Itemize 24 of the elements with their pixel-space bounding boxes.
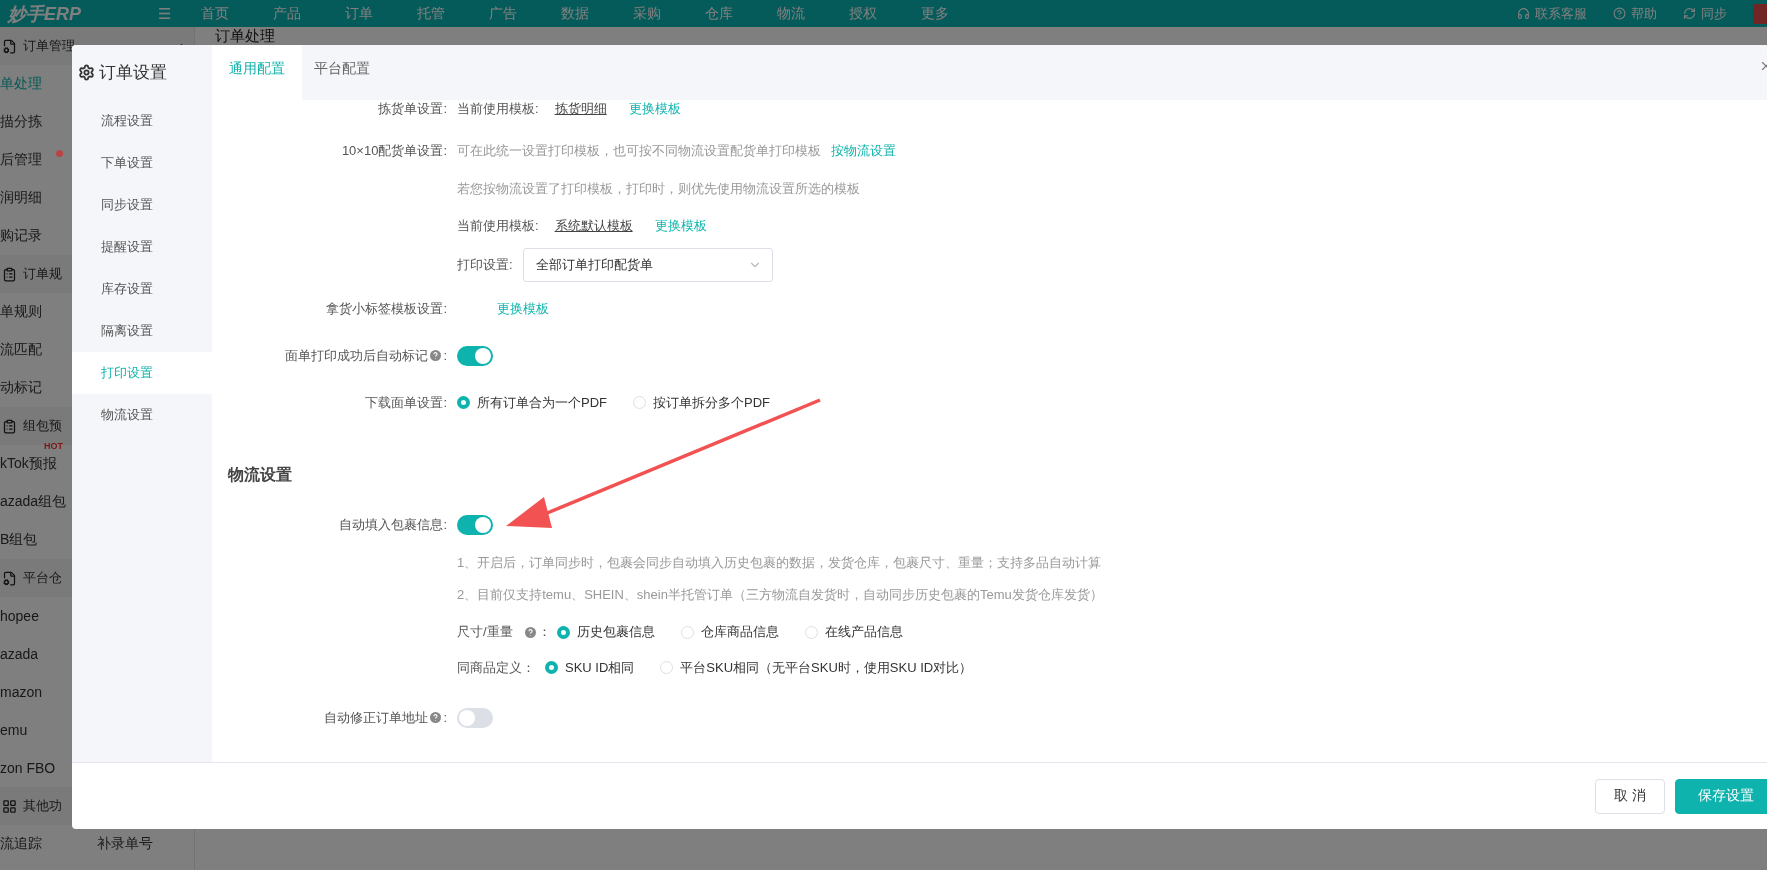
setting-label: 拿货小标签模板设置: xyxy=(326,299,447,318)
colon: : xyxy=(443,710,447,725)
setting-label: 10×10配货单设置: xyxy=(341,141,447,160)
hot-label: HOT xyxy=(44,441,63,451)
section-title: 物流设置 xyxy=(227,465,292,485)
colon: ： xyxy=(537,623,551,641)
setting-label: 自动填入包裹信息: xyxy=(339,516,447,534)
field-label: 当前使用模板: xyxy=(457,100,539,118)
page-title: 订单处理 xyxy=(215,27,276,45)
field-label: 同商品定义： xyxy=(457,658,535,677)
template-name: 系统默认模板 xyxy=(554,217,633,235)
template-name: 拣货明细 xyxy=(554,100,607,118)
hint-text: 2、目前仅支持temu、SHEIN、shein半托管订单（三方物流自发货时，自动同步历史包裹的Temu发货仓库发货） xyxy=(457,586,1103,604)
setting-label: 下载面单设置: xyxy=(365,393,447,412)
hint-text: 若您按物流设置了打印模板，打印时，则优先使用物流设置所选的模板 xyxy=(457,180,860,198)
setting-label: 面单打印成功后自动标记 xyxy=(285,346,429,365)
colon: : xyxy=(443,348,447,363)
field-label: 当前使用模板: xyxy=(457,217,539,235)
field-label: 打印设置: xyxy=(457,256,513,274)
setting-label: 自动修正订单地址 xyxy=(324,708,429,727)
field-label: 尺寸/重量 xyxy=(457,623,513,641)
setting-label: 拣货单设置: xyxy=(378,100,447,118)
hint-text: 1、开启后，订单同步时，包裹会同步自动填入历史包裹的数据，发货仓库，包裹尺寸、重量；支持多品自动计算 xyxy=(457,554,1102,572)
dialog-title: 订单设置 xyxy=(99,62,167,84)
